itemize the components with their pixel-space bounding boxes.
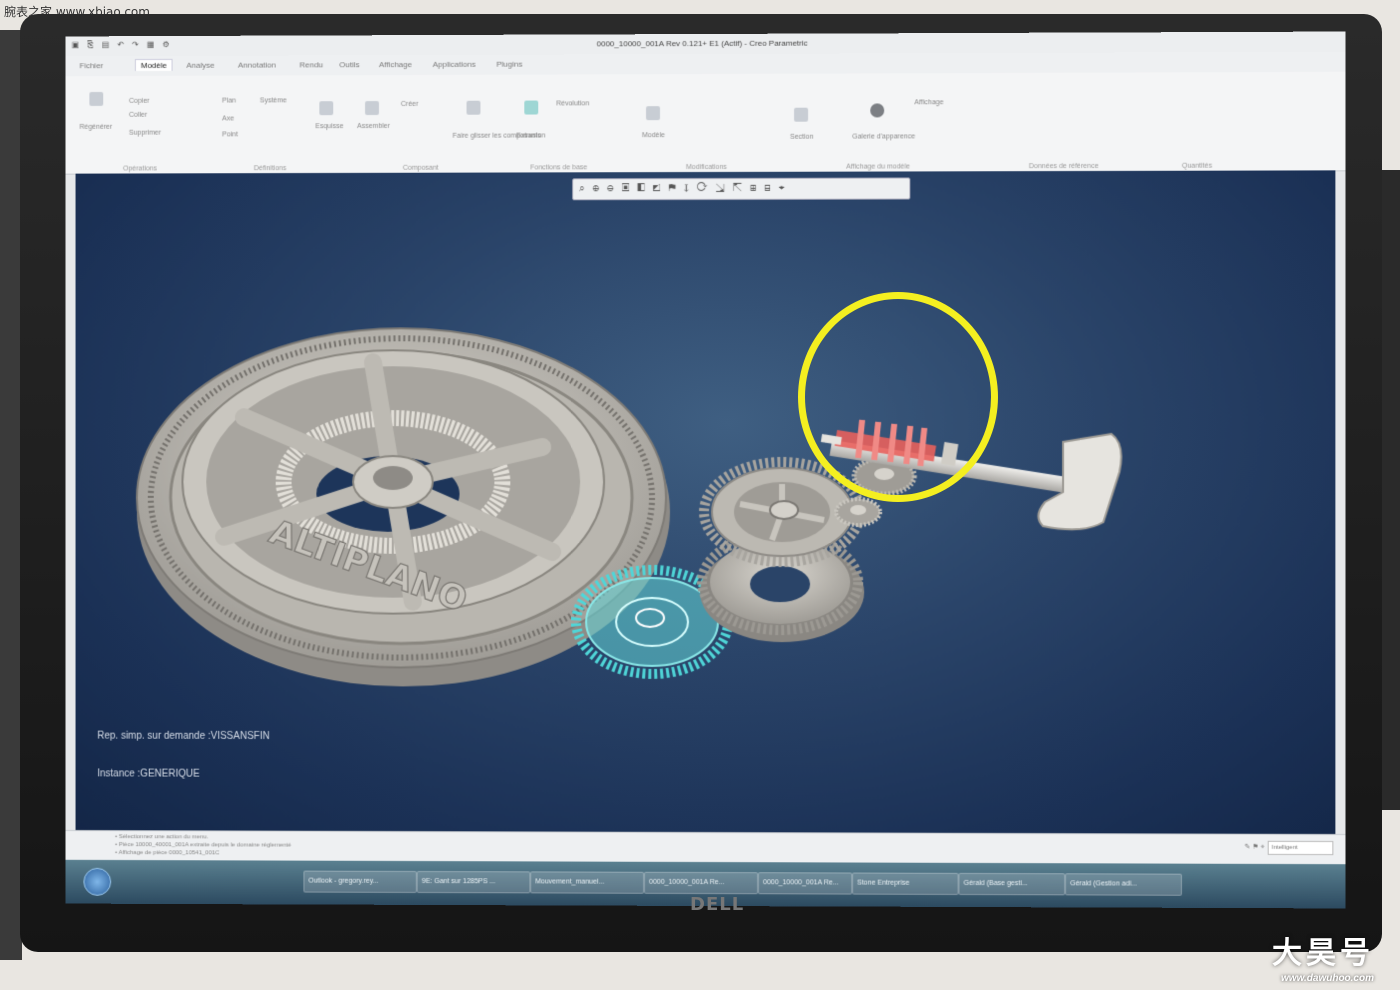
- tab-rendu[interactable]: Rendu: [299, 60, 322, 69]
- group-definitions: Définitions: [253, 165, 287, 173]
- taskbar-item[interactable]: Outlook - gregory.rey...: [303, 870, 417, 893]
- status-icons[interactable]: ✎ ⚑ ⌖: [1244, 843, 1264, 852]
- regenerate-button[interactable]: Régénérer: [79, 124, 112, 131]
- instance-label: Instance :GENERIQUE: [97, 768, 200, 780]
- axis-button[interactable]: Axe: [222, 115, 234, 122]
- rep-simp-label: Rep. simp. sur demande :VISSANSFIN: [97, 730, 270, 742]
- extrude-button[interactable]: Extrusion: [516, 132, 545, 139]
- taskbar-item[interactable]: Gérald (Base gesti...: [958, 872, 1066, 896]
- create-button[interactable]: Créer: [401, 101, 418, 108]
- section-icon[interactable]: [794, 107, 809, 122]
- group-reference-data: Données de référence: [1028, 162, 1099, 171]
- tab-fichier[interactable]: Fichier: [79, 61, 103, 70]
- window-title: 0000_10000_001A Rev 0.121+ E1 (Actif) - …: [596, 38, 808, 49]
- revolve-button[interactable]: Révolution: [556, 100, 589, 107]
- regenerate-icon[interactable]: [89, 91, 104, 106]
- taskbar-item[interactable]: Gérald (Gestion adi...: [1065, 873, 1182, 896]
- taskbar-item[interactable]: 0000_10000_001A Re...: [758, 872, 853, 895]
- group-component: Composant: [402, 164, 439, 172]
- group-operations: Opérations: [123, 165, 157, 173]
- background-right-device: [1382, 170, 1400, 810]
- start-button[interactable]: [83, 867, 112, 896]
- tab-modele[interactable]: Modèle: [134, 58, 173, 71]
- section-button[interactable]: Section: [790, 134, 813, 141]
- sketch-icon[interactable]: [319, 101, 334, 116]
- taskbar-item[interactable]: 0000_10000_001A Re...: [644, 871, 759, 895]
- watermark-url: www.dawuhoo.com: [1281, 973, 1374, 984]
- modify-button[interactable]: Modèle: [642, 132, 665, 139]
- tab-applications[interactable]: Applications: [433, 60, 476, 69]
- sketch-button[interactable]: Esquisse: [315, 123, 343, 130]
- display-button[interactable]: Affichage: [914, 99, 943, 106]
- background-left-monitor: [0, 30, 22, 960]
- selection-filter-dropdown[interactable]: Intelligent: [1267, 840, 1334, 856]
- appearance-gallery-button[interactable]: Galerie d'apparence: [852, 133, 915, 140]
- graphics-viewport[interactable]: ⌕⊕⊖▣◧◩⚑↧⟳⇲⇱⊞⊟⌖ ALTIPLANO Rep. simp. sur …: [75, 170, 1336, 835]
- monitor-brand-logo: DELL: [690, 894, 745, 915]
- flexible-icon[interactable]: [466, 100, 481, 115]
- extrude-icon[interactable]: [524, 100, 539, 115]
- taskbar-item[interactable]: Mouvement_manuel...: [530, 871, 645, 894]
- csys-button[interactable]: Système: [260, 97, 287, 104]
- tab-plugins[interactable]: Plugins: [496, 60, 522, 69]
- status-message: • Affichage de pièce 0000_10541_001C: [115, 850, 220, 857]
- point-button[interactable]: Point: [222, 131, 238, 138]
- taskbar-item[interactable]: 9E: Gant sur 1285PS ...: [416, 870, 531, 894]
- taskbar-item[interactable]: Stone Entreprise: [852, 872, 959, 895]
- highlight-circle: [798, 292, 998, 502]
- tab-affichage[interactable]: Affichage: [379, 60, 412, 69]
- watermark-brand: 大昊号: [1272, 936, 1374, 971]
- tab-annotation[interactable]: Annotation: [238, 61, 276, 70]
- copy-button[interactable]: Copier: [129, 98, 149, 105]
- status-messages: • Sélectionnez une action du menu. • Piè…: [115, 833, 291, 857]
- group-model-display: Affichage du modèle: [846, 163, 911, 171]
- group-base-features: Fonctions de base: [530, 164, 588, 172]
- appearance-sphere-icon[interactable]: [870, 103, 885, 118]
- assemble-icon[interactable]: [365, 101, 379, 116]
- ribbon: Régénérer Copier Coller Supprimer Plan A…: [65, 71, 1346, 175]
- model-icon[interactable]: [646, 106, 661, 121]
- delete-button[interactable]: Supprimer: [129, 130, 161, 137]
- group-modifications: Modifications: [686, 163, 727, 172]
- screen: ▣ ⎘ ▤ ↶ ↷ ▦ ⚙ 0000_10000_001A Rev 0.121+…: [65, 31, 1346, 909]
- tab-analyse[interactable]: Analyse: [186, 61, 214, 70]
- tab-outils[interactable]: Outils: [339, 60, 359, 69]
- assemble-button[interactable]: Assembler: [357, 123, 390, 130]
- paste-button[interactable]: Coller: [129, 112, 147, 119]
- group-quantities: Quantités: [1181, 162, 1213, 170]
- plane-button[interactable]: Plan: [222, 98, 236, 105]
